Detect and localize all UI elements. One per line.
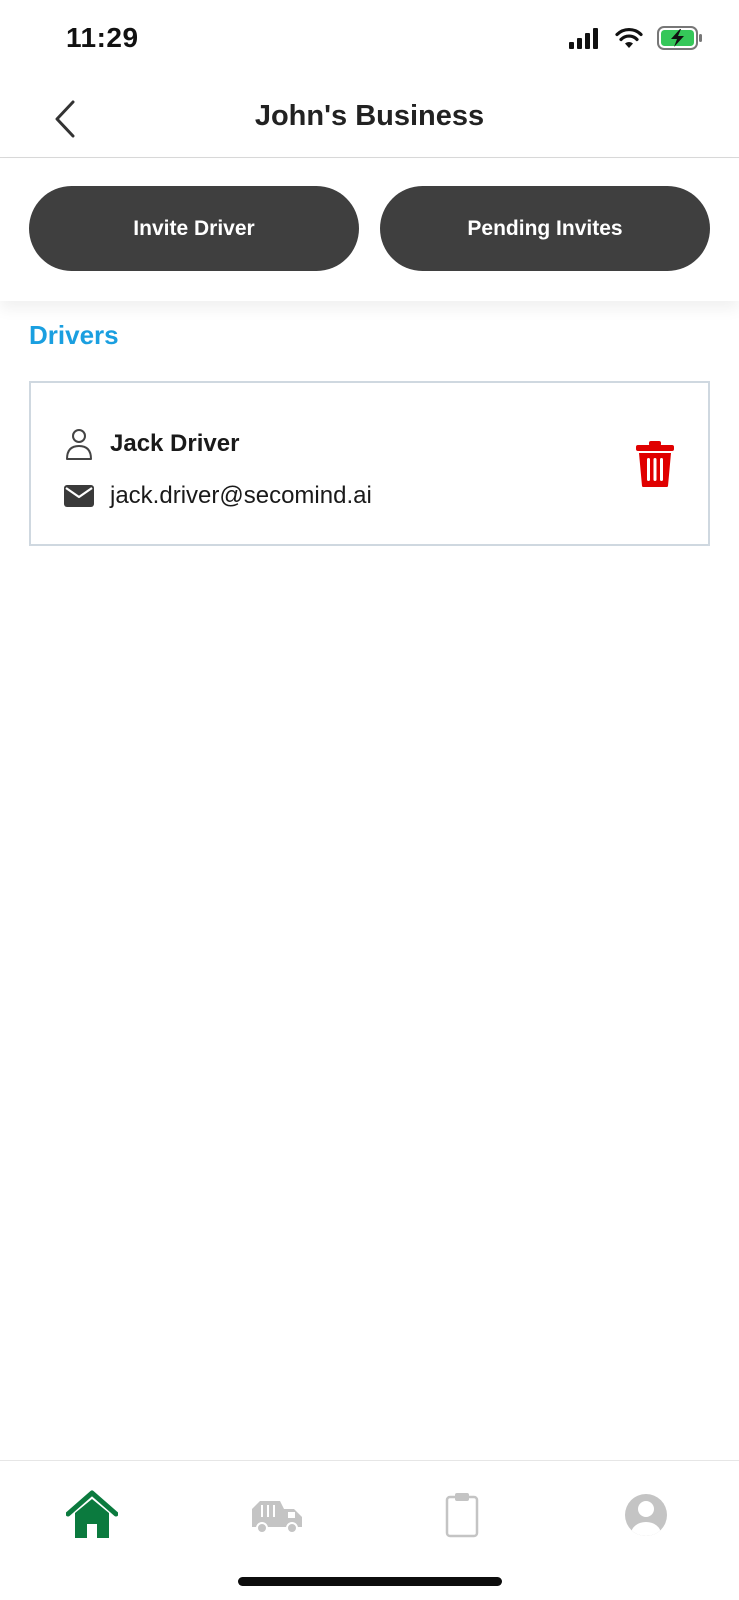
clipboard-icon (445, 1493, 479, 1538)
driver-card: Jack Driver jack.driver@secomind.ai (29, 381, 710, 546)
status-icons (569, 25, 703, 55)
status-time: 11:29 (66, 22, 139, 53)
tab-home[interactable] (62, 1485, 122, 1545)
home-icon (66, 1490, 118, 1538)
wifi-icon (615, 27, 643, 54)
driver-name-row: Jack Driver (62, 427, 239, 461)
person-icon (62, 427, 96, 461)
envelope-icon (62, 479, 96, 513)
pending-invites-button[interactable]: Pending Invites (380, 186, 710, 271)
delete-driver-button[interactable] (632, 438, 678, 490)
trash-icon (636, 441, 674, 487)
drivers-section-title: Drivers (29, 320, 119, 350)
truck-icon (252, 1501, 302, 1534)
nav-header: John's Business (0, 80, 739, 158)
profile-icon (625, 1494, 667, 1536)
signal-icon (569, 27, 601, 54)
invite-driver-button[interactable]: Invite Driver (29, 186, 359, 271)
tab-jobs[interactable] (432, 1485, 492, 1545)
home-indicator (238, 1577, 502, 1586)
status-bar: 11:29 (0, 0, 739, 80)
driver-name: Jack Driver (110, 430, 240, 457)
battery-charging-icon (657, 25, 703, 55)
driver-email: jack.driver@secomind.ai (110, 482, 372, 509)
tab-profile[interactable] (616, 1485, 676, 1545)
action-bar: Invite Driver Pending Invites (0, 159, 739, 301)
page-title: John's Business (254, 100, 485, 132)
driver-email-row: jack.driver@secomind.ai (62, 479, 372, 513)
tab-trucks[interactable] (247, 1485, 307, 1545)
